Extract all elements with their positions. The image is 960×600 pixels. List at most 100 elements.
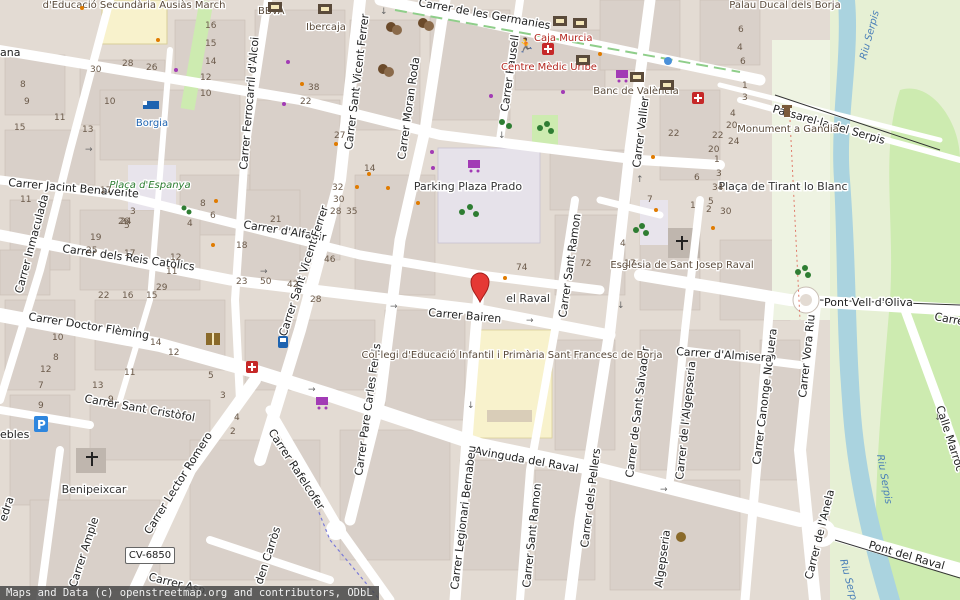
house-number: 19 [90,233,102,243]
house-number: 14 [205,57,217,67]
house-number: 11 [20,195,31,205]
colegi-label: Col·legi d'Educació Infantil i Primària … [361,349,662,361]
house-number: 12 [200,73,211,83]
bank-icon [318,4,332,14]
route-shield-cv6850: CV-6850 [125,547,175,564]
house-number: 12 [168,348,179,358]
house-number: 4 [187,219,193,229]
house-number: 74 [516,263,528,273]
house-number: 23 [236,277,247,287]
house-number: 72 [580,259,591,269]
house-number: 9 [38,401,44,411]
school-top-label: d'Educació Secundària Ausiàs March [43,0,226,11]
house-number: 28 [310,295,322,305]
house-number: 32 [332,183,343,193]
house-number: 8 [200,199,206,209]
svg-text:P: P [37,418,46,432]
house-number: 1 [690,201,696,211]
svg-text:↓: ↓ [498,131,506,141]
house-number: 30 [333,195,345,205]
svg-text:→: → [526,316,534,326]
house-number: 16 [205,21,217,31]
roundabout-pont-vell-center [800,294,812,306]
house-number: 11 [166,267,177,277]
house-number: 6 [740,57,746,67]
house-number: 22 [712,131,723,141]
house-number: 6 [738,25,744,35]
borgia-label: Borgia [136,118,168,129]
fountain-icon [664,57,672,65]
house-number: 10 [52,333,64,343]
hospital-icon [692,92,704,104]
svg-text:↓: ↓ [467,401,475,411]
house-number: 27 [334,131,345,141]
svg-text:→: → [308,385,316,395]
street-pont-vell: Pont Vell d'Oliva [824,296,913,309]
house-number: 42 [287,280,298,290]
attribution[interactable]: Maps and Data (c) openstreetmap.org and … [0,586,379,600]
house-number: 22 [300,97,311,107]
house-number: 26 [146,63,158,73]
house-number: 46 [324,255,336,265]
map-svg: Carrer de les Germanies Carrer Sant Vice… [0,0,960,600]
el-raval-label: el Raval [506,292,550,305]
library-icon [206,333,220,345]
house-number: 35 [346,207,357,217]
house-number: 6 [694,173,700,183]
house-number: 12 [40,365,51,375]
house-number: 5 [208,371,214,381]
house-number: 8 [53,353,59,363]
ibercaja-label: Ibercaja [306,22,346,33]
house-number: 15 [146,291,157,301]
house-number: 10 [104,97,116,107]
house-number: 15 [14,123,25,133]
house-number: 22 [668,129,679,139]
svg-text:→: → [85,145,93,155]
house-number: 30 [90,65,102,75]
house-number: 3 [742,93,748,103]
house-number: 26 [118,217,130,227]
house-number: 20 [708,145,720,155]
bank-icon [268,2,282,12]
house-number: 1 [714,155,720,165]
caja-murcia-label: Caja Murcia [534,33,592,44]
house-number: 18 [236,241,248,251]
bank-icon [553,16,567,26]
house-number: 11 [54,113,65,123]
house-number: 21 [270,215,281,225]
house-number: 25 [86,246,97,256]
house-number: 8 [20,80,26,90]
map-canvas[interactable]: Carrer de les Germanies Carrer Sant Vice… [0,0,960,600]
svg-text:↑: ↑ [636,175,644,185]
house-number: 34 [712,183,724,193]
house-number: 13 [82,125,93,135]
house-number: 4 [620,239,626,249]
street-ana-west: ana [0,46,20,59]
house-number: 6 [210,211,216,221]
house-number: 3 [716,169,722,179]
sports-icon: 🏃 [517,37,534,54]
house-number: 50 [260,277,272,287]
bank-icon [576,55,590,65]
house-number: 7 [38,381,44,391]
house-number: 9 [108,395,114,405]
house-number: 22 [98,291,109,301]
house-number: 7 [647,195,653,205]
house-number: 29 [156,283,168,293]
bank-icon [660,80,674,90]
hospital-icon [246,361,258,373]
svg-text:→: → [390,302,398,312]
house-number: 15 [205,39,216,49]
house-number: 3 [220,391,226,401]
house-number: 28 [330,207,342,217]
hotel-icon [143,101,159,109]
hospital-icon [542,43,554,55]
bank-icon [630,72,644,82]
parking-plaza-area [437,147,541,244]
house-number: 4 [730,109,736,119]
house-number: 12 [170,253,181,263]
house-number: 4 [234,413,240,423]
house-number: 20 [726,121,738,131]
placa-tirant-label: Plaça de Tirant lo Blanc [718,180,847,193]
house-number: 9 [24,97,30,107]
